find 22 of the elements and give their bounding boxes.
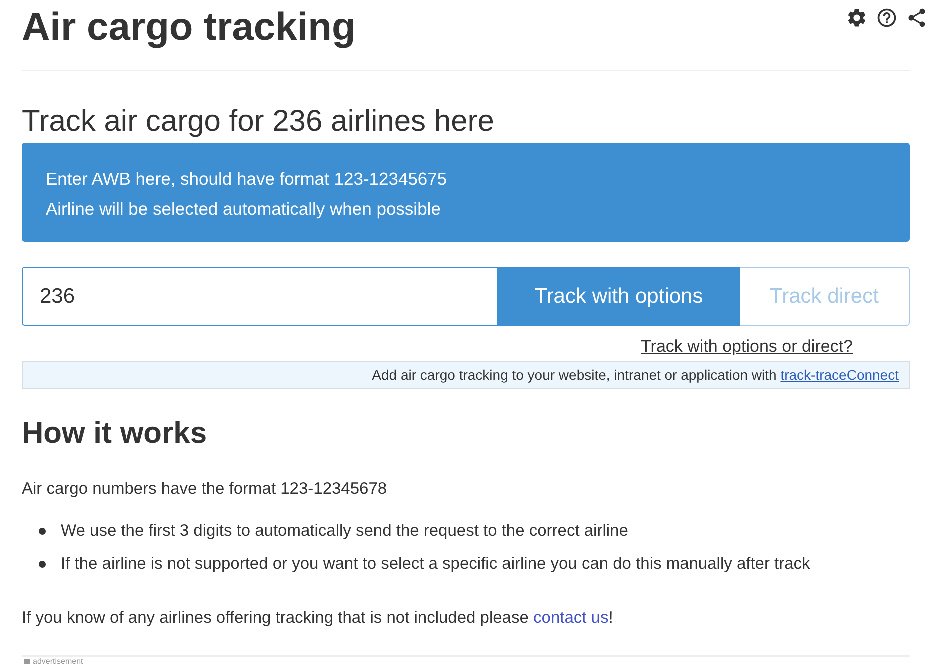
help-icon[interactable] [876,7,898,29]
contact-link[interactable]: contact us [534,609,609,627]
connect-text: Add air cargo tracking to your website, intranet or application with track-traceConnect [372,367,899,383]
bullet-icon [39,528,46,534]
contact-text: If you know of any airlines offering tracking that is not included please contact us! [22,608,614,629]
list-item-text: We use the first 3 digits to automatically send the request to the correct airline [61,521,628,542]
section-subtitle: Track air cargo for 236 airlines here [22,104,496,140]
notice-text: Enter AWB here, should have format 123-12345675 [46,168,448,191]
ad-label: advertisement [33,657,84,666]
notice-text: Airline will be selected automatically when possible [46,198,442,221]
ad-icon [24,659,30,664]
help-link[interactable]: Track with options or direct? [641,337,853,357]
section-heading: How it works [22,416,208,452]
connect-link[interactable]: track-traceConnect [780,367,899,383]
settings-icon[interactable] [846,7,868,29]
bullet-icon [39,560,46,568]
intro-text: Air cargo numbers have the format 123-12345678 [22,479,388,500]
page-title: Air cargo tracking [22,6,356,50]
awb-input[interactable]: 236 [22,267,498,326]
track-options-button[interactable]: Track with options [498,267,740,326]
list-item-text: If the airline is not supported or you want to select a specific airline you can do this manually after track [61,554,810,575]
share-icon[interactable] [906,7,928,29]
